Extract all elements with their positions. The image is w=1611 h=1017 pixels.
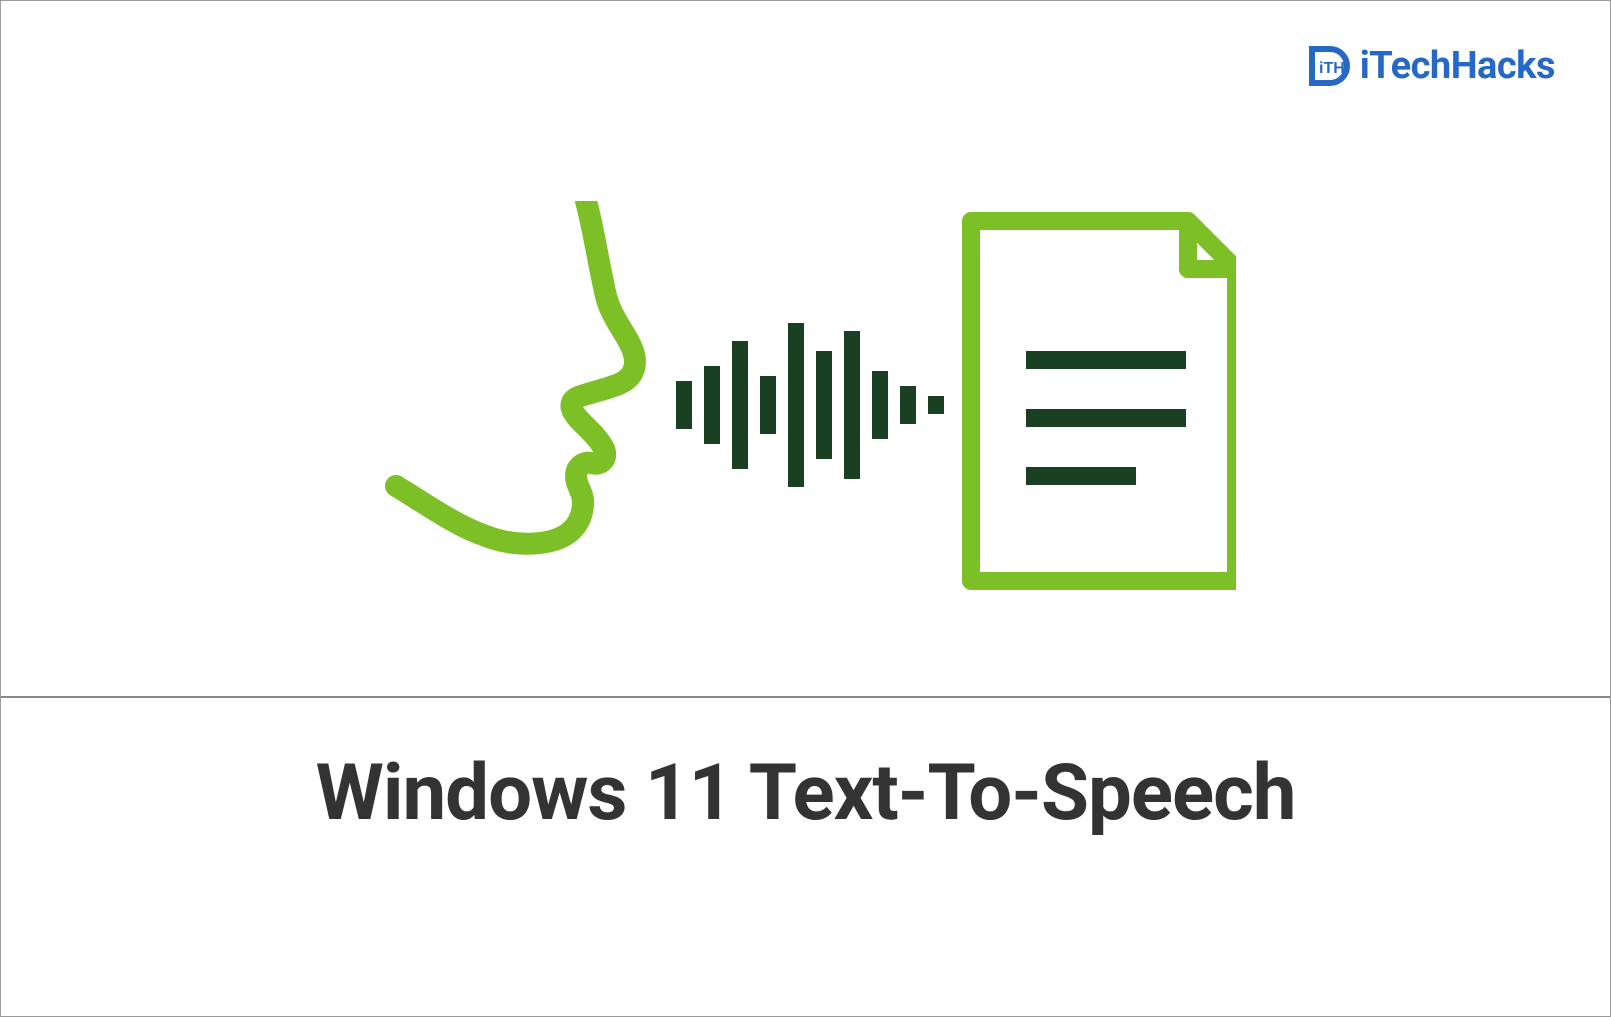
title-bar: Windows 11 Text-To-Speech [1,696,1610,1017]
main-illustration-area: iTH iTechHacks [1,1,1610,696]
text-to-speech-illustration [376,201,1236,591]
face-profile-icon [396,201,635,544]
document-icon [971,221,1236,581]
sound-wave-icon [676,323,944,487]
page-title: Windows 11 Text-To-Speech [316,748,1296,839]
brand-logo-icon: iTH [1306,43,1352,89]
brand-badge: iTH iTechHacks [1306,43,1555,89]
svg-text:iTH: iTH [1319,60,1345,77]
brand-name: iTechHacks [1360,44,1555,88]
card-container: iTH iTechHacks [0,0,1611,1017]
